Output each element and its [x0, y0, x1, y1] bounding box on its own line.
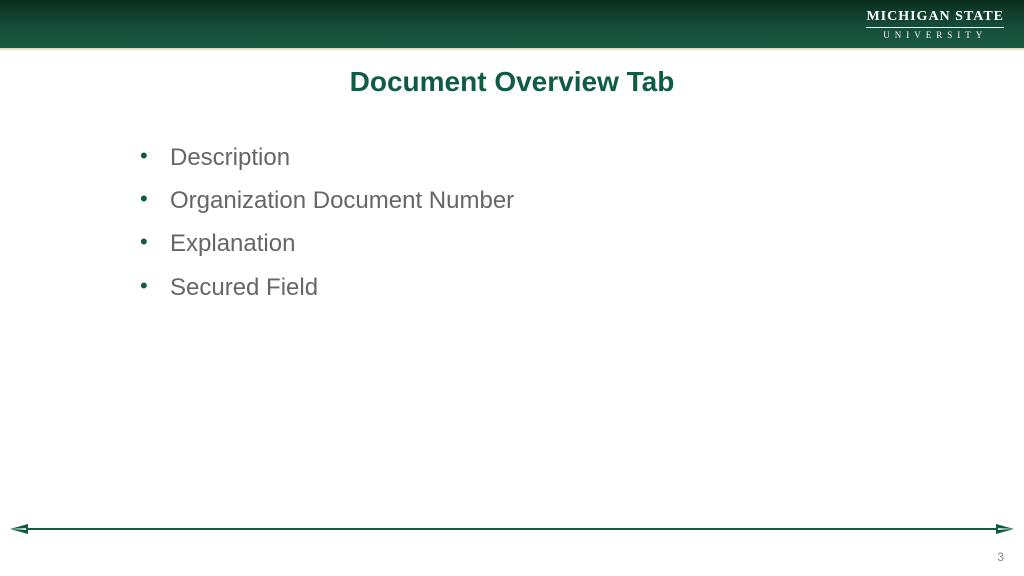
logo-main-text: MICHIGAN STATE [866, 9, 1004, 28]
slide-content: Description Organization Document Number… [140, 136, 1024, 309]
list-item: Description [140, 136, 1024, 179]
footer-divider-arrow [10, 522, 1014, 536]
page-number: 3 [997, 550, 1004, 564]
list-item: Secured Field [140, 266, 1024, 309]
slide-title: Document Overview Tab [0, 66, 1024, 98]
bullet-list: Description Organization Document Number… [140, 136, 1024, 309]
list-item: Explanation [140, 222, 1024, 265]
header-band: MICHIGAN STATE UNIVERSITY [0, 0, 1024, 48]
university-logo: MICHIGAN STATE UNIVERSITY [866, 9, 1004, 40]
list-item: Organization Document Number [140, 179, 1024, 222]
logo-sub-text: UNIVERSITY [866, 30, 1004, 40]
